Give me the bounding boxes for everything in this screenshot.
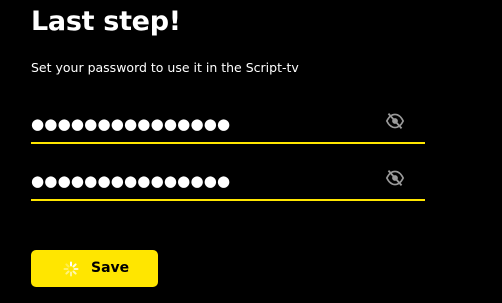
eye-off-icon[interactable]	[385, 169, 405, 187]
eye-off-icon[interactable]	[385, 112, 405, 130]
page-subtitle: Set your password to use it in the Scrip…	[31, 60, 299, 75]
save-button[interactable]: Save	[31, 250, 158, 287]
confirm-password-field[interactable]: ●●●●●●●●●●●●●●●	[31, 169, 425, 201]
password-input[interactable]: ●●●●●●●●●●●●●●●	[31, 115, 371, 133]
confirm-password-input[interactable]: ●●●●●●●●●●●●●●●	[31, 172, 371, 190]
password-field[interactable]: ●●●●●●●●●●●●●●●	[31, 112, 425, 144]
page-title: Last step!	[31, 6, 181, 37]
save-button-label: Save	[91, 260, 130, 276]
spinner-icon	[63, 261, 79, 277]
